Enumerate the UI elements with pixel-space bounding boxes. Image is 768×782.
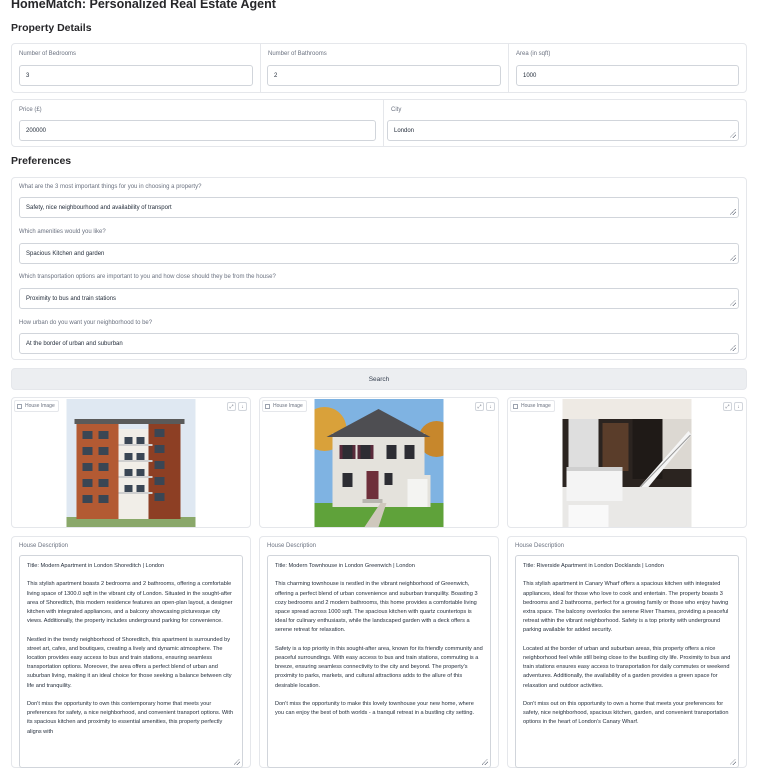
image-icon: [265, 403, 270, 409]
house-description-panel-2: House Description Title: Modern Townhous…: [259, 536, 499, 768]
area-block: Area (in sqft) 1000: [508, 44, 746, 92]
area-label: Area (in sqft): [516, 51, 551, 57]
question-1-label: What are the 3 most important things for…: [19, 184, 202, 190]
house-image-label-text-2: House Image: [273, 403, 303, 409]
question-2-label: Which amenities would you like?: [19, 229, 106, 235]
search-button[interactable]: Search: [11, 368, 747, 390]
question-4-input[interactable]: At the border of urban and suburban: [19, 333, 739, 354]
price-value: 200000: [26, 127, 47, 134]
house-image-panel-2: House Image ⤢ ↓: [259, 397, 499, 528]
image-icon: [513, 403, 518, 409]
resize-grip-icon[interactable]: [234, 759, 240, 765]
question-3-label: Which transportation options are importa…: [19, 274, 276, 280]
price-block: Price (£) 200000: [12, 100, 383, 146]
preferences-title: Preferences: [11, 155, 72, 167]
question-2-input[interactable]: Spacious Kitchen and garden: [19, 243, 739, 264]
question-2-value: Spacious Kitchen and garden: [26, 250, 105, 257]
house-photo-1: [66, 399, 196, 527]
house-photo-2: [314, 399, 444, 527]
house-image-label-text-3: House Image: [521, 403, 551, 409]
bathrooms-label: Number of Bathrooms: [268, 51, 327, 57]
house-description-label-1: House Description: [19, 543, 69, 549]
house-image-label-text-1: House Image: [25, 403, 55, 409]
area-input[interactable]: 1000: [516, 65, 739, 86]
house-description-panel-3: House Description Title: Riverside Apart…: [507, 536, 747, 768]
question-4-value: At the border of urban and suburban: [26, 340, 123, 347]
resize-grip-icon[interactable]: [730, 209, 736, 215]
house-image-panel-1: House Image ⤢ ↓: [11, 397, 251, 528]
bathrooms-input[interactable]: 2: [267, 65, 501, 86]
fullscreen-icon[interactable]: ⤢: [227, 402, 236, 411]
image-actions-1: ⤢ ↓: [227, 402, 247, 411]
city-input[interactable]: London: [387, 120, 739, 141]
property-details-row-2: Price (£) 200000 City London: [11, 99, 747, 147]
fullscreen-icon[interactable]: ⤢: [723, 402, 732, 411]
app-title: HomeMatch: Personalized Real Estate Agen…: [11, 0, 276, 11]
resize-grip-icon[interactable]: [730, 345, 736, 351]
area-value: 1000: [523, 72, 537, 79]
question-3-value: Proximity to bus and train stations: [26, 295, 117, 302]
house-image-label-3: House Image: [510, 400, 555, 412]
house-description-text-2: Title: Modern Townhouse in London Greenw…: [275, 563, 483, 717]
download-icon[interactable]: ↓: [238, 402, 247, 411]
resize-grip-icon[interactable]: [730, 132, 736, 138]
house-photo-3: [562, 399, 692, 527]
bedrooms-block: Number of Bedrooms 3: [12, 44, 260, 92]
question-4-label: How urban do you want your neighborhood …: [19, 320, 153, 326]
fullscreen-icon[interactable]: ⤢: [475, 402, 484, 411]
property-details-title: Property Details: [11, 22, 92, 34]
house-description-textarea-1[interactable]: Title: Modern Apartment in London Shored…: [19, 555, 243, 768]
price-input[interactable]: 200000: [19, 120, 376, 141]
house-description-textarea-2[interactable]: Title: Modern Townhouse in London Greenw…: [267, 555, 491, 768]
bedrooms-value: 3: [26, 72, 30, 79]
house-image-panel-3: House Image ⤢ ↓: [507, 397, 747, 528]
house-description-textarea-3[interactable]: Title: Riverside Apartment in London Doc…: [515, 555, 739, 768]
question-1-value: Safety, nice neighbourhood and availabil…: [26, 204, 172, 211]
property-details-row-1: Number of Bedrooms 3 Number of Bathrooms…: [11, 43, 747, 93]
house-description-text-3: Title: Riverside Apartment in London Doc…: [523, 563, 731, 726]
question-1-input[interactable]: Safety, nice neighbourhood and availabil…: [19, 197, 739, 218]
house-description-panel-1: House Description Title: Modern Apartmen…: [11, 536, 251, 768]
bedrooms-label: Number of Bedrooms: [19, 51, 77, 57]
house-description-label-3: House Description: [515, 543, 565, 549]
image-actions-2: ⤢ ↓: [475, 402, 495, 411]
download-icon[interactable]: ↓: [486, 402, 495, 411]
house-image-label-1: House Image: [14, 400, 59, 412]
image-actions-3: ⤢ ↓: [723, 402, 743, 411]
city-value: London: [394, 127, 415, 134]
preferences-panel: What are the 3 most important things for…: [11, 177, 747, 360]
house-description-text-1: Title: Modern Apartment in London Shored…: [27, 563, 234, 735]
question-3-input[interactable]: Proximity to bus and train stations: [19, 288, 739, 309]
bathrooms-block: Number of Bathrooms 2: [260, 44, 508, 92]
bathrooms-value: 2: [274, 72, 278, 79]
image-icon: [17, 403, 22, 409]
house-image-label-2: House Image: [262, 400, 307, 412]
resize-grip-icon[interactable]: [730, 759, 736, 765]
city-label: City: [391, 107, 402, 113]
resize-grip-icon[interactable]: [730, 300, 736, 306]
bedrooms-input[interactable]: 3: [19, 65, 253, 86]
house-description-label-2: House Description: [267, 543, 317, 549]
resize-grip-icon[interactable]: [482, 759, 488, 765]
city-block: City London: [383, 100, 746, 146]
price-label: Price (£): [19, 107, 42, 113]
resize-grip-icon[interactable]: [730, 255, 736, 261]
download-icon[interactable]: ↓: [734, 402, 743, 411]
